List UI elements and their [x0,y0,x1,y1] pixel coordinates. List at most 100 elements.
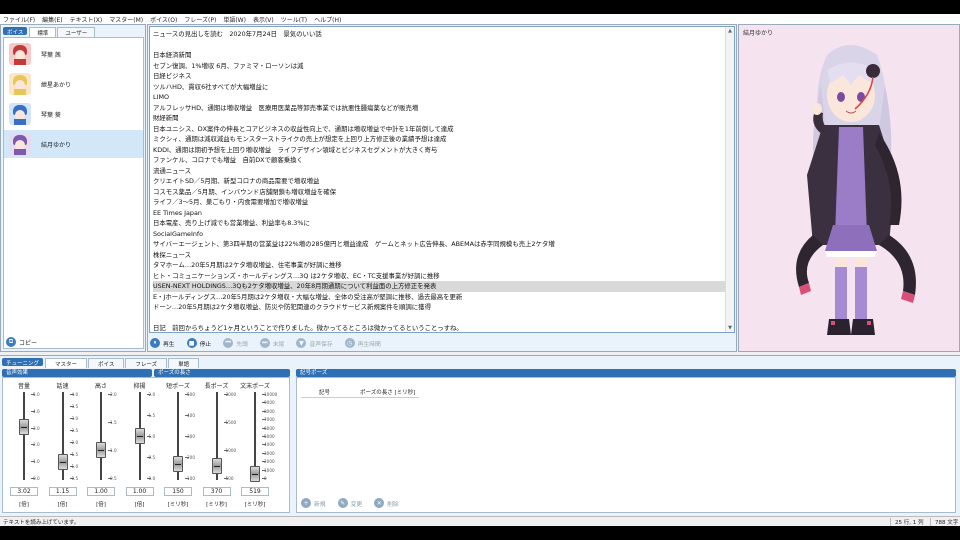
menu-item[interactable]: マスター(M) [109,15,143,24]
character-illustration [796,45,916,335]
text-editor[interactable]: ニュースの見出しを読む 2020年7月24日 景気のいい話 日本経済新聞 セブン復調… [149,26,735,333]
slider-tick-label: 2.0 [71,440,79,445]
slider-tick-label: 500 [187,392,195,397]
slider-unit: [ミリ秒] [244,502,266,508]
voice-tabs: ボイス 標準 ユーザー [3,27,96,37]
menu-item[interactable]: 編集(E) [42,15,62,24]
tab-user[interactable]: ユーザー [57,27,96,37]
tab-phrase[interactable]: フレーズ [125,358,168,368]
edit-button[interactable]: ✎ 変更 [337,498,362,508]
slider-tick-label: 1.0 [71,464,79,469]
slider-column: 長ポーズ 2000 1500 1000 500 370 [ミリ秒] [198,378,236,514]
slider-track[interactable] [100,392,102,480]
voice-avatar [9,133,31,155]
slider-value-input[interactable]: 370 [202,487,231,496]
text-lines: ニュースの見出しを読む 2020年7月24日 景気のいい話 日本経済新聞 セブン復調… [153,29,725,332]
voice-item[interactable]: 結月ゆかり [4,130,143,158]
text-line: ミクシィ、通期は減収減益もモンスターストライクの売上が想定を上回り上方修正後の業… [153,135,447,143]
slider-tick-label: 2.5 [71,428,79,433]
slider-label: 短ポーズ [166,383,190,390]
editor-scrollbar[interactable]: ▲ ▼ [725,27,734,332]
delete-button[interactable]: ✕ 削除 [374,498,399,508]
voice-item[interactable]: 琴葉 葵 [4,100,143,128]
save-icon: ▼ [296,338,307,348]
slider-value-input[interactable]: 1.00 [87,487,115,496]
tab-word[interactable]: 単語 [168,358,200,368]
text-line [153,40,725,51]
tab-voice[interactable]: ボイス [88,358,125,368]
slider-tick-label: 3.0 [33,425,40,431]
slider-thumb[interactable] [173,456,183,472]
slider-area: 音量 5.0 4.0 3.0 2.0 1.0 0.0 3.02 [倍] 話速 4.0 3.5 3.0 2.… [2,377,290,513]
voice-avatar [9,73,31,95]
menu-item[interactable]: ツール(T) [281,15,307,24]
copy-button[interactable]: ⧉ コピー [6,337,37,347]
copy-icon: ⧉ [6,337,16,347]
menu-item[interactable]: ボイス(O) [150,15,177,24]
slider-thumb[interactable] [211,458,222,475]
tab-master[interactable]: マスター [45,358,88,368]
play-time-button[interactable]: ◷ 再生時間 [344,338,381,348]
save-audio-button[interactable]: ▼ 音声保存 [296,338,333,348]
menu-item[interactable]: フレーズ(P) [184,15,216,24]
slider-label: 抑揚 [133,383,146,390]
app-window: ファイル(F) 編集(E) テキスト(X) マスター(M) ボイス(O) フレーズ(P) 単… [0,14,960,526]
text-line: ニュースの見出しを読む 2020年7月24日 景気のいい話 [153,30,322,38]
slider-value-input[interactable]: 519 [241,487,269,496]
text-line: ファンケル、コロナでも増益 自前DXで顧客乗換く [153,156,303,164]
text-line: LIMO [153,93,169,101]
slider-thumb[interactable] [19,419,29,436]
menu-item[interactable]: ファイル(F) [3,15,35,24]
slider-value-input[interactable]: 150 [164,487,192,496]
slider-tick-label: 0.0 [148,476,156,481]
slider-thumb[interactable] [250,465,260,482]
slider-tick-label: 100 [187,476,195,481]
bottom-tabs: チューニング マスター ボイス フレーズ 単語 [2,358,200,368]
stop-label: 停止 [199,341,212,348]
symbol-pause-table-header: 記号 ポーズの長さ [ミリ秒] [301,388,419,398]
slider-tick-label: 5000 [264,434,275,439]
slider-label: 音量 [17,383,30,390]
menu-item[interactable]: 表示(V) [253,15,274,24]
delete-label: 削除 [387,501,399,508]
slider-tick-label: 2.0 [148,392,156,397]
new-button[interactable]: + 新規 [301,498,326,508]
menu-item[interactable]: テキスト(X) [70,15,103,24]
slider-thumb[interactable] [57,454,68,471]
text-line: 日本電産、売り上げ減でも営業増益、利益率も8.3%に [153,219,310,227]
slider-value-input[interactable]: 3.02 [10,487,38,496]
text-line: サイバーエージェント、第3四半期の営業益は22%増の285億円と増益達成 ゲーム… [153,240,555,248]
slider-thumb[interactable] [134,428,145,444]
text-line: アルフレッサHD、通期は増収増益 医療用医薬品等卸売事業では抗悪性腫瘍薬などが販… [153,103,419,112]
slider-unit: [倍] [19,502,29,508]
slider-track[interactable] [23,392,25,480]
copy-label: コピー [19,339,38,347]
text-line: タマホーム…20年5月期は2ケタ増収増益、住宅事業が好調に推移 [153,261,342,269]
slider-value-input[interactable]: 1.00 [125,487,154,496]
cursor-position: 25 行, 1 列 [890,517,930,526]
col-pause-length[interactable]: ポーズの長さ [ミリ秒] [360,388,415,397]
voice-item[interactable]: 紲星あかり [4,70,143,98]
jump-start-button[interactable]: ⏮ 先頭 [223,338,248,348]
voice-avatar [9,43,31,65]
play-button[interactable]: ⏸ 再生 [150,338,175,348]
slider-tick-label: 3000 [264,450,275,456]
slider-tick-label: 6000 [264,425,275,431]
slider-label: 文末ポーズ [240,383,270,390]
tab-standard[interactable]: 標準 [29,27,57,37]
slider-tick-label: 10000 [264,392,278,397]
slider-value-input[interactable]: 1.15 [48,487,77,496]
voice-item[interactable]: 琴葉 茜 [4,40,143,68]
menu-item[interactable]: ヘルプ(H) [314,15,341,24]
text-line: SocialGameInfo [153,229,204,238]
slider-unit: [ミリ秒] [206,502,227,508]
scroll-down-icon[interactable]: ▼ [727,325,733,331]
slider-thumb[interactable] [96,442,106,458]
text-line: 日本ユニシス、DX案件の伸長とコアビジネスの収益性向上で、通期は増収増益で中計を… [153,124,454,133]
new-icon: + [301,498,311,508]
stop-button[interactable]: ■ 停止 [186,338,212,348]
col-symbol[interactable]: 記号 [319,388,330,397]
menu-item[interactable]: 単語(W) [223,15,246,24]
scroll-up-icon[interactable]: ▲ [727,28,733,34]
jump-end-button[interactable]: ⏭ 末尾 [259,338,284,348]
